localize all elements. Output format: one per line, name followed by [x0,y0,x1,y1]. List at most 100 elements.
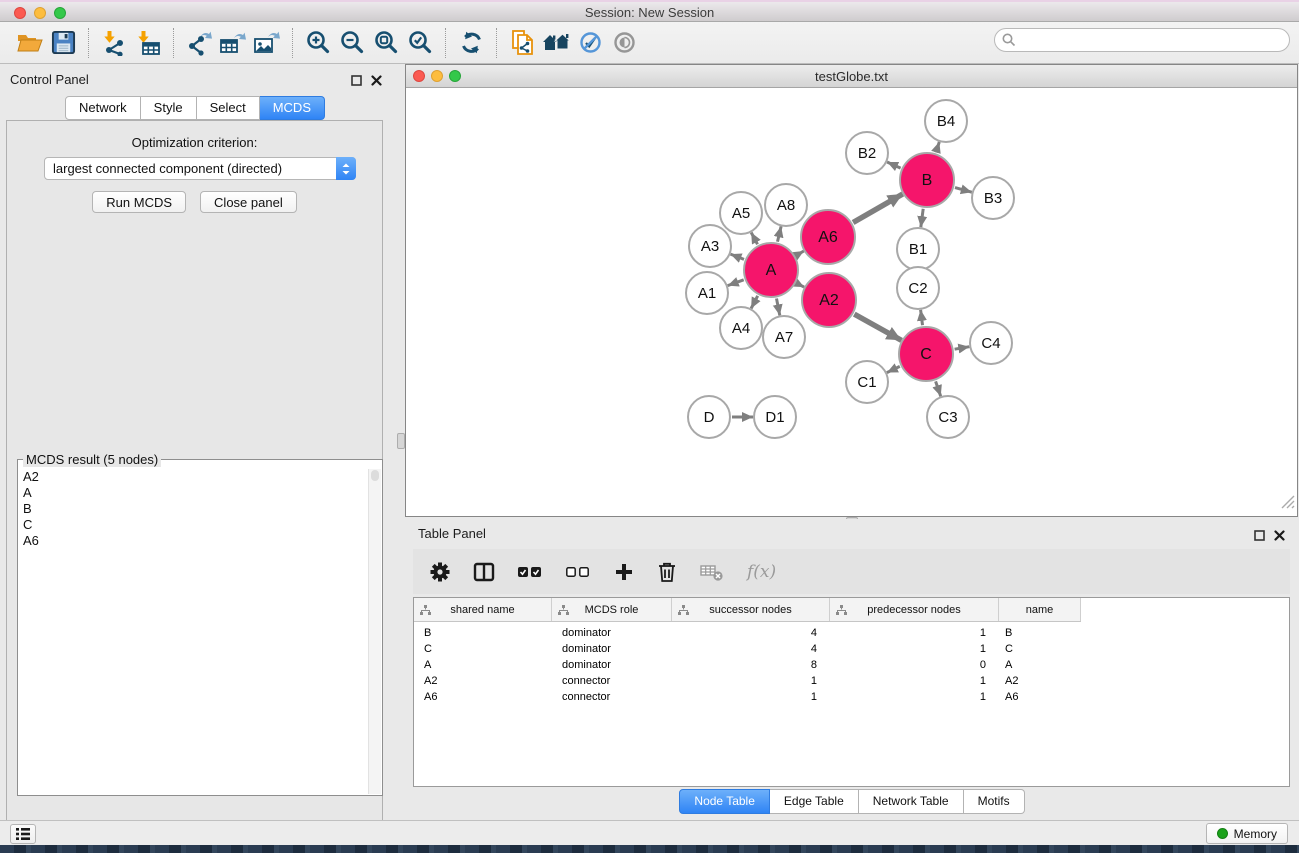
graph-node-B4[interactable]: B4 [925,100,967,142]
graph-edge-A-A2[interactable] [797,283,804,287]
open-session-icon[interactable] [12,27,46,59]
search-input[interactable] [994,28,1290,52]
graph-node-A3[interactable]: A3 [689,225,731,267]
table-cell[interactable]: 8 [672,659,830,671]
table-cell[interactable]: dominator [552,643,672,655]
graph-node-A4[interactable]: A4 [720,307,762,349]
graph-edge-A2-C[interactable] [854,314,901,340]
memory-button[interactable]: Memory [1206,823,1288,844]
table-cell[interactable]: dominator [552,659,672,671]
table-cell[interactable]: 1 [672,691,830,703]
table-cell[interactable]: dominator [552,627,672,639]
new-network-from-selection-icon[interactable] [505,27,539,59]
zoom-selected-region-icon[interactable] [403,27,437,59]
graph-node-C3[interactable]: C3 [927,396,969,438]
tab-edge-table[interactable]: Edge Table [770,789,859,814]
table-cell[interactable]: A [414,659,552,671]
table-row[interactable]: A2connector11A2 [414,673,1289,689]
function-builder-icon[interactable]: f(x) [747,562,776,582]
table-cell[interactable]: 4 [672,627,830,639]
graph-node-B3[interactable]: B3 [972,177,1014,219]
network-canvas[interactable]: B4B2BB3A8A5A6A3B1AC2A1A2A4A7C4CC1C3DD1 [406,88,1297,516]
table-row[interactable]: Adominator80A [414,657,1289,673]
mcds-result-item[interactable]: A6 [19,533,367,549]
table-cell[interactable]: 1 [672,675,830,687]
tab-select[interactable]: Select [197,96,260,120]
settings-gear-icon[interactable] [430,562,450,582]
mcds-result-item[interactable]: A2 [19,469,367,485]
tab-network-table[interactable]: Network Table [859,789,964,814]
table-cell[interactable]: connector [552,691,672,703]
zoom-fit-content-icon[interactable] [369,27,403,59]
delete-table-icon[interactable] [700,562,724,582]
export-network-icon[interactable] [182,27,216,59]
close-panel-icon[interactable] [371,73,382,91]
graph-edge-A-A5[interactable] [751,233,757,245]
table-row[interactable]: Cdominator41C [414,641,1289,657]
table-cell[interactable]: 0 [830,659,999,671]
graph-edge-A-A4[interactable] [751,296,758,309]
mcds-result-item[interactable]: B [19,501,367,517]
graph-edge-B-B3[interactable] [955,188,972,193]
graph-node-A6[interactable]: A6 [801,210,855,264]
table-cell[interactable]: B [999,627,1081,639]
graph-edge-A-A1[interactable] [728,280,744,286]
table-cell[interactable]: A2 [999,675,1081,687]
table-cell[interactable]: A6 [999,691,1081,703]
apply-preferred-layout-icon[interactable] [454,27,488,59]
graph-edge-C-C1[interactable] [887,366,900,372]
graph-node-B2[interactable]: B2 [846,132,888,174]
deselect-all-icon[interactable] [566,566,591,578]
column-header-shared-name[interactable]: shared name [414,598,552,621]
graph-node-A2[interactable]: A2 [802,273,856,327]
graph-node-C2[interactable]: C2 [897,267,939,309]
table-cell[interactable]: 1 [830,627,999,639]
float-panel-icon[interactable] [351,73,362,91]
graph-node-D[interactable]: D [688,396,730,438]
graph-edge-C-C3[interactable] [936,381,941,396]
column-header-name[interactable]: name [999,598,1081,621]
table-cell[interactable]: A [999,659,1081,671]
graph-node-D1[interactable]: D1 [754,396,796,438]
tab-motifs[interactable]: Motifs [964,789,1025,814]
table-cell[interactable]: B [414,627,552,639]
run-mcds-button[interactable]: Run MCDS [92,191,186,213]
graph-node-A5[interactable]: A5 [720,192,762,234]
splitter-grip-left[interactable] [397,433,405,449]
split-view-icon[interactable] [473,562,495,582]
graph-edge-B-B1[interactable] [921,209,923,227]
graph-node-A[interactable]: A [744,243,798,297]
graph-node-C[interactable]: C [899,327,953,381]
zoom-out-icon[interactable] [335,27,369,59]
table-row[interactable]: Bdominator41B [414,625,1289,641]
window-resize-grip[interactable] [1279,493,1295,514]
graph-node-B[interactable]: B [900,153,954,207]
table-cell[interactable]: C [999,643,1081,655]
export-image-icon[interactable] [250,27,284,59]
graph-edge-C-C2[interactable] [921,310,923,325]
scrollbar-thumb[interactable] [371,470,379,481]
select-all-icon[interactable] [518,566,543,578]
tab-network[interactable]: Network [65,96,141,120]
table-row[interactable]: A6connector11A6 [414,689,1289,705]
eye-icon[interactable] [607,27,641,59]
close-panel-icon[interactable] [1274,528,1285,546]
table-cell[interactable]: connector [552,675,672,687]
graph-edge-A-A6[interactable] [796,251,804,256]
graph-node-A7[interactable]: A7 [763,316,805,358]
column-header-successor-nodes[interactable]: successor nodes [672,598,830,621]
import-network-from-file-icon[interactable] [97,27,131,59]
tab-node-table[interactable]: Node Table [679,789,770,814]
mcds-result-item[interactable]: A [19,485,367,501]
import-table-from-file-icon[interactable] [131,27,165,59]
table-cell[interactable]: 1 [830,643,999,655]
table-cell[interactable]: A6 [414,691,552,703]
graph-edge-A-A7[interactable] [777,299,780,316]
column-header-predecessor-nodes[interactable]: predecessor nodes [830,598,999,621]
export-table-icon[interactable] [216,27,250,59]
add-column-icon[interactable] [614,562,634,582]
graph-edge-A-A3[interactable] [731,254,745,259]
network-window-titlebar[interactable]: testGlobe.txt [406,65,1297,88]
tab-mcds[interactable]: MCDS [260,96,325,120]
graph-node-A1[interactable]: A1 [686,272,728,314]
